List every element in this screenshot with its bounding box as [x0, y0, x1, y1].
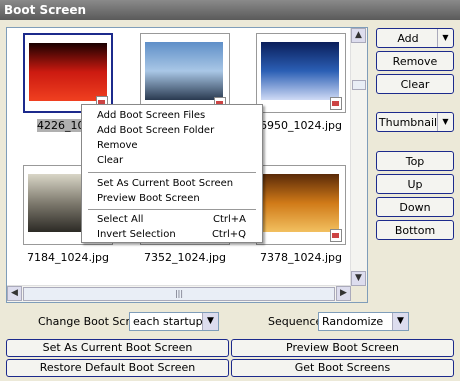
- thumbnail-image: [145, 42, 223, 100]
- thumbnail-caption: 6950_1024.jpg: [259, 119, 342, 132]
- menu-item-remove[interactable]: Remove: [97, 140, 138, 151]
- scroll-left-button[interactable]: ◀: [7, 286, 22, 301]
- change-boot-screen-select[interactable]: each startup ▼: [129, 312, 219, 331]
- thumbnail-image: [261, 174, 339, 232]
- vertical-scrollbar[interactable]: ▲ ▼: [350, 28, 367, 286]
- menu-item-add-files[interactable]: Add Boot Screen Files: [97, 110, 205, 121]
- set-current-boot-screen-button[interactable]: Set As Current Boot Screen: [6, 339, 229, 357]
- move-top-button[interactable]: Top: [376, 151, 454, 171]
- menu-item-clear[interactable]: Clear: [97, 155, 123, 166]
- thumbnail-card[interactable]: [256, 33, 346, 113]
- sequence-select[interactable]: Randomize ▼: [318, 312, 409, 331]
- sequence-value: Randomize: [322, 315, 384, 328]
- chevron-down-icon[interactable]: ▼: [202, 313, 218, 330]
- restore-default-boot-screen-button[interactable]: Restore Default Boot Screen: [6, 359, 229, 377]
- menu-item-add-folder[interactable]: Add Boot Screen Folder: [97, 125, 214, 136]
- scroll-down-button[interactable]: ▼: [351, 271, 366, 286]
- thumbnail-caption: 7184_1024.jpg: [26, 251, 109, 264]
- view-mode-label: Thumbnail: [378, 116, 438, 129]
- thumbnail-caption: 7352_1024.jpg: [143, 251, 226, 264]
- vertical-scroll-thumb[interactable]: [352, 80, 366, 90]
- preview-boot-screen-button[interactable]: Preview Boot Screen: [231, 339, 454, 357]
- clear-button[interactable]: Clear: [376, 74, 454, 94]
- thumbnail-image: [261, 42, 339, 100]
- horizontal-scroll-thumb[interactable]: |||: [23, 287, 335, 301]
- move-down-button[interactable]: Down: [376, 197, 454, 217]
- window-title: Boot Screen: [0, 0, 460, 20]
- menu-item-preview[interactable]: Preview Boot Screen: [97, 193, 200, 204]
- view-mode-dropdown-icon[interactable]: ▼: [437, 113, 453, 131]
- select-all-shortcut: Ctrl+A: [212, 214, 246, 225]
- thumbnail-caption: 7378_1024.jpg: [259, 251, 342, 264]
- menu-item-select-all[interactable]: Select All: [97, 214, 143, 225]
- add-button-label: Add: [397, 32, 419, 45]
- move-up-button[interactable]: Up: [376, 174, 454, 194]
- thumbnail-image: [29, 43, 107, 101]
- scrollbar-corner: [351, 286, 367, 302]
- thumbnail-card[interactable]: [140, 33, 230, 113]
- image-file-icon: [330, 97, 342, 110]
- change-boot-screen-value: each startup: [133, 315, 203, 328]
- menu-item-set-current[interactable]: Set As Current Boot Screen: [97, 178, 233, 189]
- add-button[interactable]: Add ▼: [376, 28, 454, 48]
- chevron-down-icon[interactable]: ▼: [392, 313, 408, 330]
- scroll-right-button[interactable]: ▶: [336, 286, 351, 301]
- context-menu: Add Boot Screen Files Add Boot Screen Fo…: [81, 104, 263, 243]
- remove-button[interactable]: Remove: [376, 51, 454, 71]
- scroll-up-button[interactable]: ▲: [351, 28, 366, 43]
- add-dropdown-icon[interactable]: ▼: [437, 29, 453, 47]
- thumbnail-card[interactable]: [256, 165, 346, 245]
- get-boot-screens-button[interactable]: Get Boot Screens: [231, 359, 454, 377]
- menu-item-invert-selection[interactable]: Invert Selection: [97, 229, 176, 240]
- image-file-icon: [330, 229, 342, 242]
- move-bottom-button[interactable]: Bottom: [376, 220, 454, 240]
- invert-selection-shortcut: Ctrl+Q: [211, 229, 246, 240]
- menu-separator: [88, 172, 256, 173]
- menu-separator: [88, 209, 256, 210]
- horizontal-scrollbar[interactable]: ◀ ||| ▶: [7, 285, 351, 302]
- view-mode-button[interactable]: Thumbnail ▼: [376, 112, 454, 132]
- thumbnail-card[interactable]: [23, 33, 113, 113]
